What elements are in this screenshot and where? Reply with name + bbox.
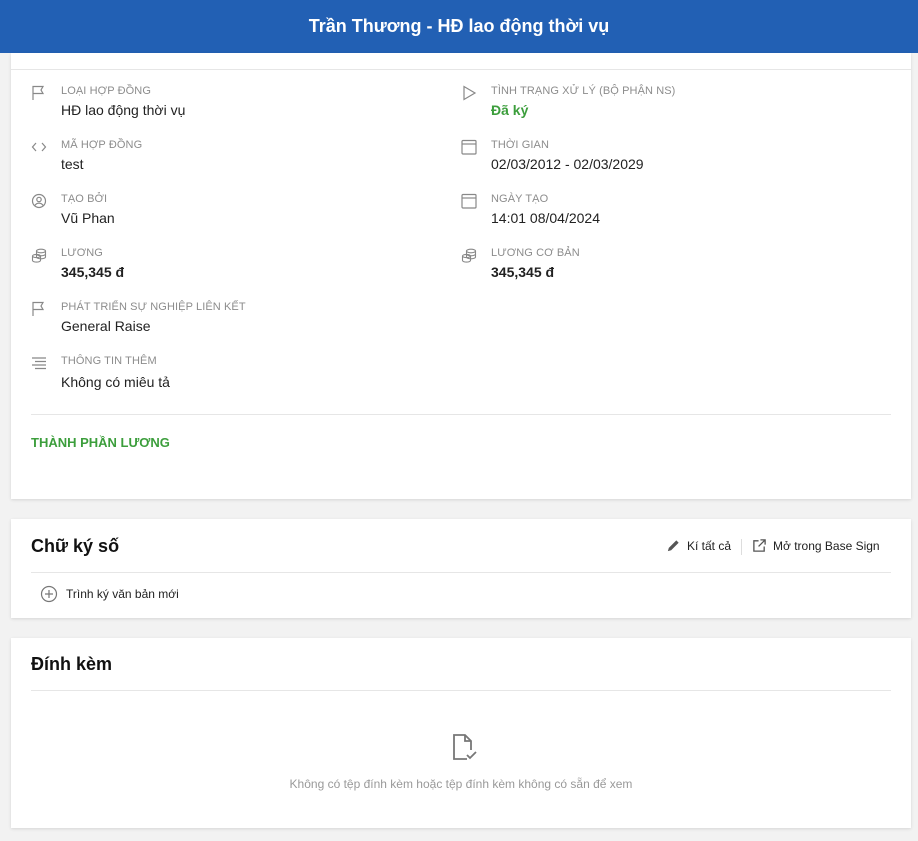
sign-all-label: Kí tất cả [687, 538, 732, 553]
field-label: Loại hợp đồng [61, 85, 151, 97]
divider [31, 414, 891, 415]
open-base-sign-label: Mở trong Base Sign [773, 538, 880, 553]
empty-attachments-message: Không có tệp đính kèm hoặc tệp đính kèm … [289, 777, 633, 791]
field-label: Thời gian [491, 139, 550, 151]
field-label: Thông tin thêm [61, 355, 157, 367]
field-label: Mã hợp đồng [61, 139, 143, 151]
sign-all-button[interactable]: Kí tất cả [666, 538, 731, 553]
attachments-title: Đính kèm [31, 654, 113, 674]
plus-circle-icon [40, 585, 58, 603]
divider [31, 572, 891, 573]
user-circle-icon [31, 193, 49, 211]
flag-icon [31, 301, 49, 319]
divider [11, 69, 911, 70]
divider [741, 539, 742, 555]
field-label: Tình trạng xử lý (bộ phận NS) [491, 85, 676, 97]
field-value: test [61, 156, 84, 172]
field-value: 02/03/2012 - 02/03/2029 [491, 156, 644, 172]
field-label: Lương [61, 247, 103, 259]
flag-icon [31, 85, 49, 103]
coins-icon [461, 247, 479, 265]
play-icon [461, 85, 479, 103]
field-value: HĐ lao động thời vụ [61, 102, 186, 118]
lines-icon [31, 355, 49, 373]
field-label: Lương cơ bản [491, 247, 580, 259]
field-value: 345,345 đ [61, 264, 125, 280]
divider [31, 690, 891, 691]
field-label: Tạo bởi [61, 193, 108, 205]
field-value: Vũ Phan [61, 210, 115, 226]
attachments-card: Đính kèm Không có tệp đính kèm hoặc tệp … [11, 638, 911, 828]
field-label: Ngày tạo [491, 193, 549, 205]
new-document-sign-button[interactable]: Trình ký văn bản mới [40, 585, 179, 603]
open-base-sign-button[interactable]: Mở trong Base Sign [752, 538, 880, 553]
salary-components-toggle[interactable]: Thành phần lương [31, 435, 170, 450]
field-label: Phát triển sự nghiệp liên kết [61, 301, 246, 313]
field-value: 14:01 08/04/2024 [491, 210, 600, 226]
coins-icon [31, 247, 49, 265]
signature-title: Chữ ký số [31, 536, 120, 556]
code-icon [31, 139, 49, 157]
pencil-icon [667, 540, 679, 552]
field-value: General Raise [61, 318, 151, 334]
field-value: 345,345 đ [491, 264, 555, 280]
digital-signature-card: Chữ ký số Kí tất cả Mở trong Base Sign T… [11, 519, 911, 618]
page-header: Trần Thương - HĐ lao động thời vụ [0, 0, 918, 53]
calendar-icon [461, 139, 479, 157]
new-document-label: Trình ký văn bản mới [66, 587, 179, 601]
calendar-icon [461, 193, 479, 211]
field-value: Không có miêu tả [61, 374, 170, 390]
file-check-icon [447, 731, 479, 763]
contract-info-card: Loại hợp đồng HĐ lao động thời vụ Mã hợp… [11, 53, 911, 499]
page-title: Trần Thương - HĐ lao động thời vụ [308, 16, 610, 36]
external-link-icon [753, 539, 766, 552]
status-value: Đã ký [491, 102, 529, 118]
